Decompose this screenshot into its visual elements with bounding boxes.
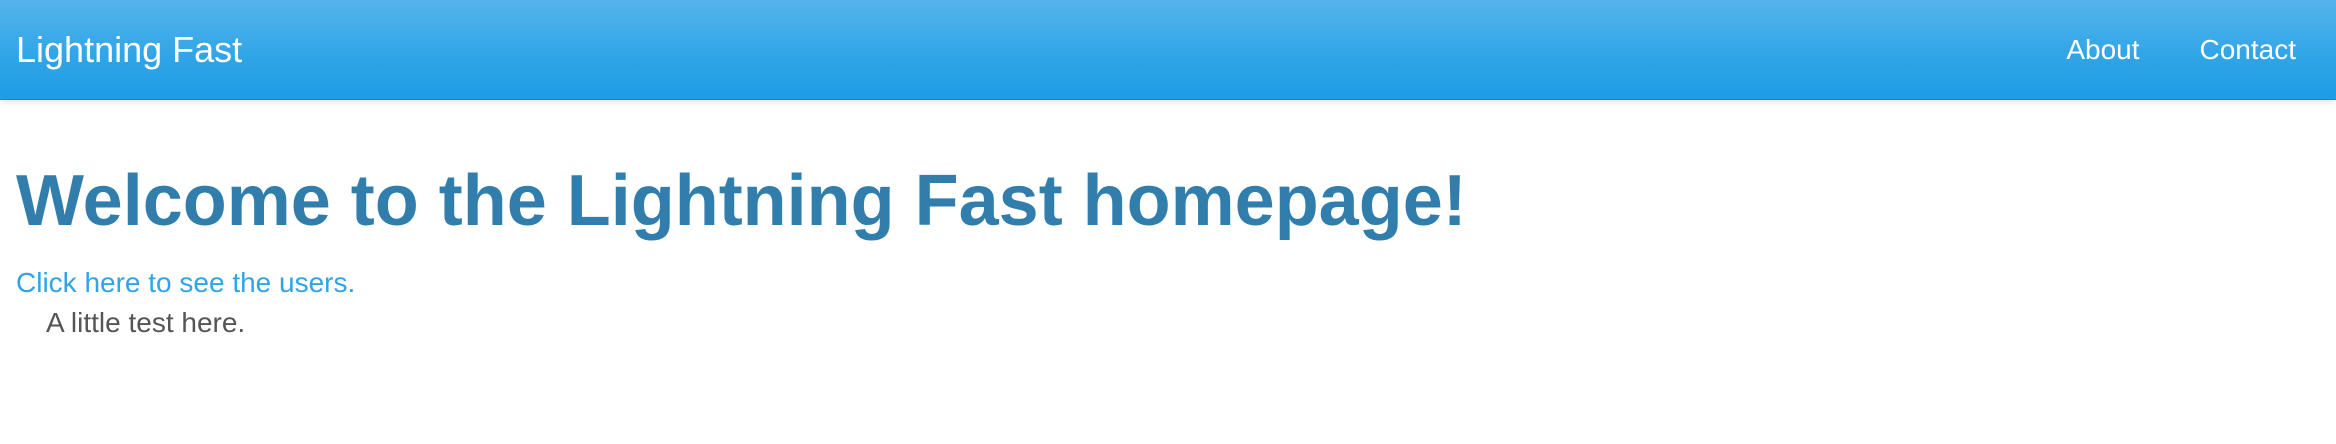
- main-content: Welcome to the Lightning Fast homepage! …: [16, 100, 2320, 340]
- top-navbar: Lightning Fast About Contact: [0, 0, 2336, 100]
- nav-link-contact[interactable]: Contact: [2200, 34, 2297, 66]
- page-title: Welcome to the Lightning Fast homepage!: [16, 161, 1467, 241]
- note-text: A little test here.: [46, 307, 246, 338]
- brand-link[interactable]: Lightning Fast: [16, 0, 242, 100]
- nav-link-about[interactable]: About: [2066, 34, 2139, 66]
- nav-links: About Contact: [2066, 0, 2296, 100]
- users-link[interactable]: Click here to see the users.: [16, 266, 355, 300]
